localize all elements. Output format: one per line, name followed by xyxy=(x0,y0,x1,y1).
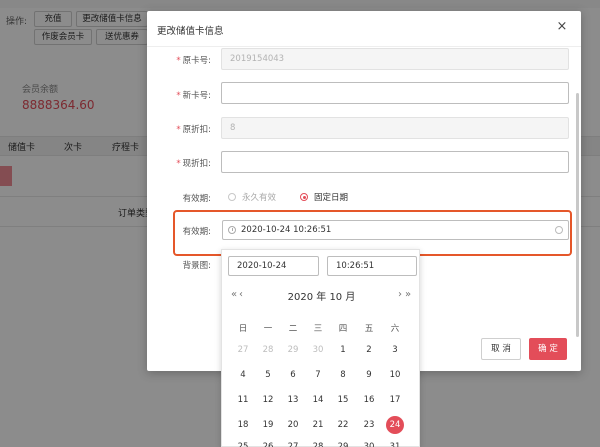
calendar-day[interactable]: 29 xyxy=(334,438,352,447)
radio-fixed-date-label: 固定日期 xyxy=(314,193,349,203)
calendar-day[interactable]: 28 xyxy=(309,438,327,447)
calendar-day[interactable]: 23 xyxy=(360,416,378,434)
weekday-label: 五 xyxy=(364,324,374,334)
weekday-label: 三 xyxy=(313,324,323,334)
radio-circle-icon xyxy=(300,193,308,201)
current-discount-input[interactable] xyxy=(221,151,569,173)
calendar-day[interactable]: 7 xyxy=(309,366,327,384)
calendar-day-selected[interactable]: 24 xyxy=(386,416,404,434)
next-month-icon[interactable]: › xyxy=(398,289,402,300)
original-card-no-label: * 原卡号: xyxy=(176,56,211,66)
calendar-day[interactable]: 8 xyxy=(334,366,352,384)
radio-fixed-date[interactable]: 固定日期 xyxy=(300,191,348,203)
calendar-day[interactable]: 12 xyxy=(259,391,277,409)
dialog-title: 更改储值卡信息 xyxy=(157,26,224,37)
weekday-label: 一 xyxy=(263,324,273,334)
cancel-button[interactable]: 取 消 xyxy=(481,338,521,360)
radio-circle-icon xyxy=(228,193,236,201)
close-icon[interactable]: × xyxy=(555,20,569,34)
confirm-button[interactable]: 确 定 xyxy=(529,338,567,360)
calendar-day[interactable]: 25 xyxy=(234,438,252,447)
calendar-day[interactable]: 26 xyxy=(259,438,277,447)
calendar-day[interactable]: 18 xyxy=(234,416,252,434)
weekday-label: 六 xyxy=(390,324,400,334)
radio-permanent-label: 永久有效 xyxy=(242,193,277,203)
calendar-day[interactable]: 11 xyxy=(234,391,252,409)
weekday-label: 日 xyxy=(238,324,248,334)
calendar-day[interactable]: 31 xyxy=(386,438,404,447)
calendar-day[interactable]: 9 xyxy=(360,366,378,384)
calendar-day[interactable]: 16 xyxy=(360,391,378,409)
calendar-day[interactable]: 3 xyxy=(386,341,404,359)
weekday-label: 四 xyxy=(338,324,348,334)
dialog-header: 更改储值卡信息 × xyxy=(147,11,581,47)
calendar-day[interactable]: 2 xyxy=(360,341,378,359)
validity-type-label: 有效期: xyxy=(182,194,211,204)
original-card-no-field: 2019154043 xyxy=(221,48,569,70)
original-discount-field: 8 xyxy=(221,117,569,139)
next-year-icon[interactable]: » xyxy=(405,289,411,300)
calendar-day[interactable]: 10 xyxy=(386,366,404,384)
calendar-day[interactable]: 27 xyxy=(234,341,252,359)
date-picker-popup: 2020-10-24 10:26:51 « ‹ 2020 年 10 月 › » … xyxy=(221,249,420,447)
weekday-label: 二 xyxy=(288,324,298,334)
calendar-day[interactable]: 5 xyxy=(259,366,277,384)
original-discount-label: * 原折扣: xyxy=(176,125,211,135)
calendar-day[interactable]: 15 xyxy=(334,391,352,409)
calendar-day[interactable]: 13 xyxy=(284,391,302,409)
picker-month-title: 2020 年 10 月 xyxy=(287,292,356,303)
calendar-day[interactable]: 30 xyxy=(309,341,327,359)
calendar-day[interactable]: 4 xyxy=(234,366,252,384)
background-image-label: 背景图: xyxy=(182,261,211,271)
calendar-day[interactable]: 30 xyxy=(360,438,378,447)
new-card-no-label: * 新卡号: xyxy=(176,91,211,101)
calendar-day[interactable]: 14 xyxy=(309,391,327,409)
calendar-day[interactable]: 20 xyxy=(284,416,302,434)
calendar-day[interactable]: 27 xyxy=(284,438,302,447)
picker-date-input[interactable]: 2020-10-24 xyxy=(228,256,319,276)
calendar-day[interactable]: 22 xyxy=(334,416,352,434)
calendar-day[interactable]: 17 xyxy=(386,391,404,409)
calendar-day[interactable]: 19 xyxy=(259,416,277,434)
new-card-no-input[interactable] xyxy=(221,82,569,104)
picker-time-input[interactable]: 10:26:51 xyxy=(327,256,417,276)
calendar-day[interactable]: 6 xyxy=(284,366,302,384)
current-discount-label: * 现折扣: xyxy=(176,159,211,169)
calendar-day[interactable]: 28 xyxy=(259,341,277,359)
calendar-day[interactable]: 29 xyxy=(284,341,302,359)
dialog-scrollbar[interactable] xyxy=(576,93,579,337)
calendar-day[interactable]: 1 xyxy=(334,341,352,359)
radio-permanent[interactable]: 永久有效 xyxy=(228,191,276,203)
calendar-day[interactable]: 21 xyxy=(309,416,327,434)
